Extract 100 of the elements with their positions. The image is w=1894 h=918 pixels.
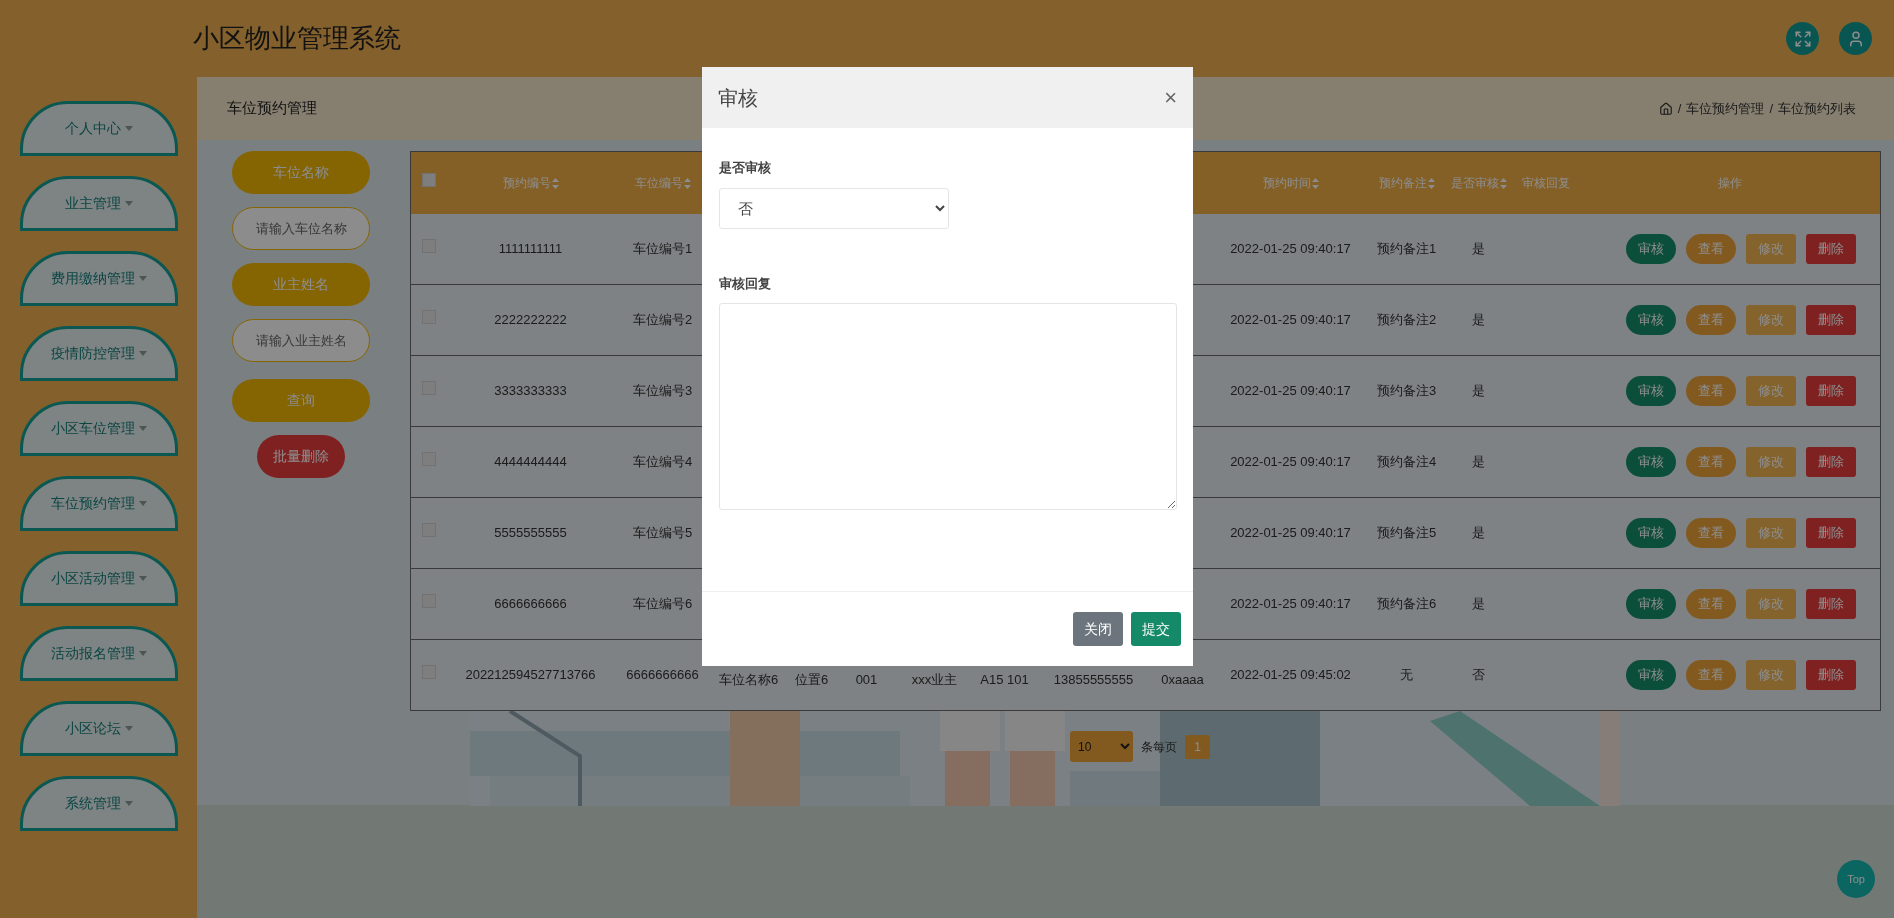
edit-button[interactable]: 修改 — [1746, 447, 1796, 477]
batch-delete-button[interactable]: 批量删除 — [257, 435, 345, 478]
sort-icon[interactable] — [683, 178, 691, 190]
reply-field[interactable] — [719, 303, 1177, 510]
review-button[interactable]: 审核 — [1626, 447, 1676, 477]
delete-button[interactable]: 删除 — [1806, 518, 1856, 548]
menu-label: 车位预约管理 — [50, 494, 135, 513]
sidebar-item[interactable]: 个人中心 — [19, 101, 178, 156]
table-cell: 202212594527713766 — [465, 667, 596, 683]
caret-icon — [138, 651, 147, 656]
menu-label: 个人中心 — [64, 119, 121, 138]
table-cell: A15 101 — [980, 672, 1029, 688]
table-cell: 是 — [1472, 383, 1485, 399]
column-header[interactable]: 审核回复 — [1521, 175, 1570, 190]
sidebar-item[interactable]: 小区活动管理 — [19, 551, 178, 606]
table-cell: 是 — [1472, 241, 1485, 256]
caret-icon — [124, 726, 133, 731]
table-cell: 2022-01-25 09:40:17 — [1230, 383, 1351, 399]
filter-label: 车位名称 — [232, 151, 370, 194]
view-button[interactable]: 查看 — [1686, 305, 1736, 335]
sidebar-item[interactable]: 车位预约管理 — [19, 476, 178, 531]
table-cell: 车位编号5 — [632, 525, 693, 541]
review-button[interactable]: 审核 — [1626, 660, 1676, 690]
view-button[interactable]: 查看 — [1686, 447, 1736, 477]
close-button[interactable]: × — [1164, 86, 1177, 109]
sort-icon[interactable] — [551, 178, 559, 190]
sort-icon[interactable] — [1499, 178, 1507, 190]
table-cell: 2022-01-25 09:40:17 — [1230, 596, 1351, 612]
caret-icon — [124, 801, 133, 806]
menu-label: 费用缴纳管理 — [50, 269, 135, 288]
table-cell: 预约备注5 — [1376, 525, 1437, 541]
review-button[interactable]: 审核 — [1626, 518, 1676, 548]
review-select[interactable]: 否 — [719, 187, 949, 229]
table-cell: 车位编号3 — [632, 383, 693, 399]
page-size-select[interactable]: 10 — [1070, 731, 1133, 762]
sidebar-item[interactable]: 小区论坛 — [19, 701, 178, 756]
caret-icon — [138, 576, 147, 581]
column-header[interactable]: 预约备注 — [1378, 175, 1427, 190]
breadcrumb-item[interactable]: 车位预约管理 — [1686, 98, 1765, 119]
delete-button[interactable]: 删除 — [1806, 305, 1856, 335]
home-icon[interactable] — [1658, 101, 1673, 116]
page-number[interactable]: 1 — [1185, 734, 1210, 759]
edit-button[interactable]: 修改 — [1746, 376, 1796, 406]
review-button[interactable]: 审核 — [1626, 589, 1676, 619]
table-cell: 1111111111 — [498, 241, 563, 256]
table-cell: 2022-01-25 09:45:02 — [1230, 667, 1351, 683]
delete-button[interactable]: 删除 — [1806, 447, 1856, 477]
filter-label: 业主姓名 — [232, 263, 370, 306]
sort-icon[interactable] — [1427, 178, 1435, 190]
column-header[interactable]: 预约时间 — [1262, 175, 1311, 190]
table-cell: 2022-01-25 09:40:17 — [1230, 312, 1351, 328]
view-button[interactable]: 查看 — [1686, 233, 1736, 264]
filter-input[interactable]: 请输入车位名称 — [232, 207, 370, 250]
column-header[interactable]: 车位编号 — [634, 175, 683, 190]
checkbox[interactable] — [421, 173, 436, 188]
search-button[interactable]: 查询 — [232, 379, 370, 422]
table-cell: 2022-01-25 09:40:17 — [1230, 525, 1351, 541]
sidebar-item[interactable]: 系统管理 — [19, 776, 178, 831]
sidebar-item[interactable]: 小区车位管理 — [19, 401, 178, 456]
menu-label: 小区活动管理 — [50, 569, 135, 588]
column-header[interactable]: 预约编号 — [502, 175, 551, 190]
filter-input[interactable]: 请输入业主姓名 — [232, 319, 370, 362]
table-cell: 2022-01-25 09:40:17 — [1230, 454, 1351, 470]
table-cell: 6666666666 — [626, 667, 699, 683]
menu-label: 活动报名管理 — [50, 644, 135, 663]
breadcrumb-item: 车位预约列表 — [1778, 99, 1856, 118]
close-dialog-button[interactable]: 关闭 — [1073, 612, 1123, 646]
sort-icon[interactable] — [1311, 178, 1319, 190]
column-header[interactable]: 是否审核 — [1450, 175, 1499, 190]
table-cell: 是 — [1472, 454, 1485, 470]
table-cell: 2022-01-25 09:40:17 — [1230, 241, 1351, 256]
table-cell: 13855555555 — [1053, 672, 1134, 688]
table-cell: 车位名称6 — [718, 672, 779, 688]
caret-icon — [138, 501, 147, 506]
review-button[interactable]: 审核 — [1626, 233, 1676, 264]
delete-button[interactable]: 删除 — [1806, 233, 1856, 264]
delete-button[interactable]: 删除 — [1806, 589, 1856, 619]
sidebar-item[interactable]: 业主管理 — [19, 176, 178, 231]
sidebar-item[interactable]: 疫情防控管理 — [19, 326, 178, 381]
review-button[interactable]: 审核 — [1626, 305, 1676, 335]
user-icon[interactable] — [1839, 22, 1872, 55]
edit-button[interactable]: 修改 — [1746, 589, 1796, 619]
edit-button[interactable]: 修改 — [1746, 233, 1796, 264]
view-button[interactable]: 查看 — [1686, 518, 1736, 548]
view-button[interactable]: 查看 — [1686, 660, 1736, 690]
edit-button[interactable]: 修改 — [1746, 305, 1796, 335]
edit-button[interactable]: 修改 — [1746, 660, 1796, 690]
table-cell: 位置6 — [794, 672, 829, 688]
delete-button[interactable]: 删除 — [1806, 376, 1856, 406]
menu-label: 小区论坛 — [64, 719, 121, 738]
edit-button[interactable]: 修改 — [1746, 518, 1796, 548]
sidebar-item[interactable]: 费用缴纳管理 — [19, 251, 178, 306]
table-cell: 3333333333 — [494, 383, 567, 399]
review-button[interactable]: 审核 — [1626, 376, 1676, 406]
view-button[interactable]: 查看 — [1686, 589, 1736, 619]
delete-button[interactable]: 删除 — [1806, 660, 1856, 690]
fullscreen-icon[interactable] — [1786, 22, 1819, 55]
sidebar-item[interactable]: 活动报名管理 — [19, 626, 178, 681]
view-button[interactable]: 查看 — [1686, 376, 1736, 406]
submit-button[interactable]: 提交 — [1131, 612, 1181, 646]
